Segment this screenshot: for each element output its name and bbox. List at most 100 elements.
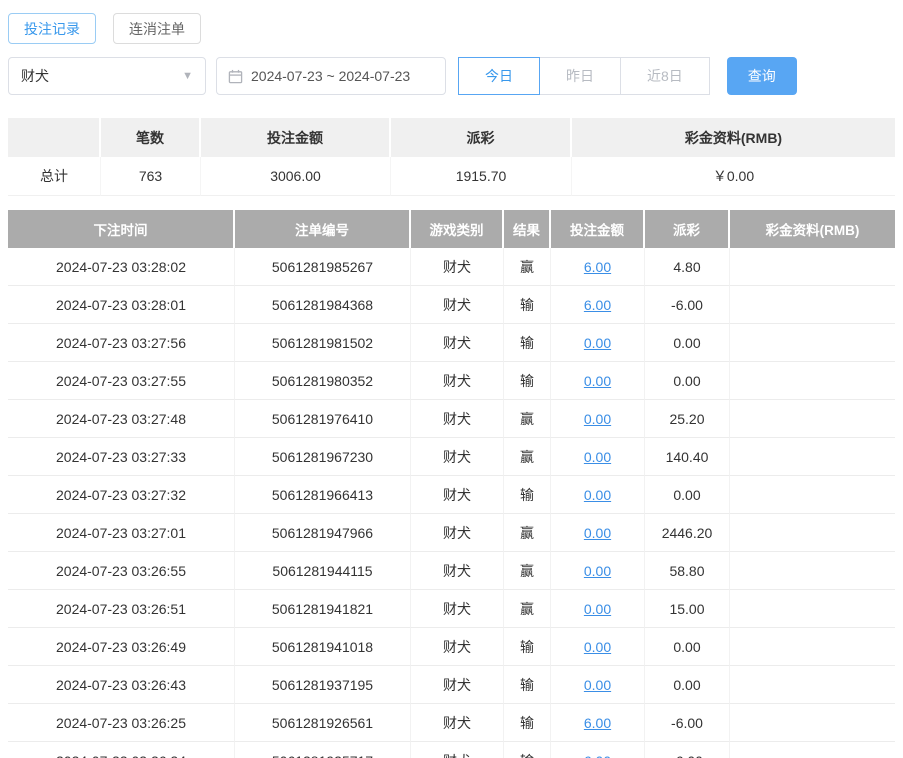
header-bet-amount: 投注金额 — [551, 210, 645, 248]
summary-header-empty — [8, 118, 101, 157]
quick-button-yesterday[interactable]: 昨日 — [539, 57, 621, 95]
bet-time-cell: 2024-07-23 03:28:01 — [8, 286, 235, 324]
bet-time-cell: 2024-07-23 03:27:56 — [8, 324, 235, 362]
bet-time-cell: 2024-07-23 03:26:51 — [8, 590, 235, 628]
result-cell: 输 — [504, 362, 551, 400]
result-cell: 赢 — [504, 400, 551, 438]
game-type-cell: 财犬 — [411, 666, 504, 704]
order-id-cell: 5061281976410 — [235, 400, 411, 438]
bet-amount-link[interactable]: 0.00 — [584, 525, 611, 541]
bonus-cell — [730, 666, 895, 704]
game-select-value: 财犬 — [21, 68, 49, 84]
result-cell: 赢 — [504, 438, 551, 476]
bet-amount-link[interactable]: 0.00 — [584, 449, 611, 465]
bet-time-cell: 2024-07-23 03:27:55 — [8, 362, 235, 400]
result-cell: 输 — [504, 666, 551, 704]
bonus-cell — [730, 476, 895, 514]
result-cell: 输 — [504, 704, 551, 742]
chevron-down-icon: ▼ — [182, 70, 193, 82]
bet-amount-link[interactable]: 0.00 — [584, 601, 611, 617]
bonus-cell — [730, 286, 895, 324]
bet-amount-cell: 6.00 — [551, 286, 645, 324]
bet-amount-link[interactable]: 0.00 — [584, 487, 611, 503]
header-payout: 派彩 — [645, 210, 730, 248]
bet-time-cell: 2024-07-23 03:27:01 — [8, 514, 235, 552]
bet-amount-cell: 0.00 — [551, 324, 645, 362]
payout-cell: 2446.20 — [645, 514, 730, 552]
bet-time-cell: 2024-07-23 03:26:25 — [8, 704, 235, 742]
payout-cell: -6.00 — [645, 704, 730, 742]
bet-amount-cell: 0.00 — [551, 400, 645, 438]
table-row: 2024-07-23 03:27:56 5061281981502 财犬 输 0… — [8, 324, 895, 362]
table-row: 2024-07-23 03:26:25 5061281926561 财犬 输 6… — [8, 704, 895, 742]
result-cell: 赢 — [504, 552, 551, 590]
bonus-cell — [730, 514, 895, 552]
header-result: 结果 — [504, 210, 551, 248]
bet-amount-link[interactable]: 6.00 — [584, 259, 611, 275]
bonus-cell — [730, 438, 895, 476]
bet-amount-cell: 6.00 — [551, 742, 645, 758]
bet-time-cell: 2024-07-23 03:28:02 — [8, 248, 235, 286]
bet-amount-link[interactable]: 0.00 — [584, 335, 611, 351]
quick-button-today[interactable]: 今日 — [458, 57, 540, 95]
order-id-cell: 5061281937195 — [235, 666, 411, 704]
summary-bonus-value: ￥0.00 — [572, 157, 895, 196]
bonus-cell — [730, 628, 895, 666]
bet-time-cell: 2024-07-23 03:27:32 — [8, 476, 235, 514]
search-button[interactable]: 查询 — [726, 57, 797, 95]
table-row: 2024-07-23 03:26:43 5061281937195 财犬 输 0… — [8, 666, 895, 704]
quick-button-last-8-days[interactable]: 近8日 — [620, 57, 710, 95]
summary-total-label: 总计 — [8, 157, 101, 196]
summary-header-payout: 派彩 — [391, 118, 572, 157]
summary-header-count: 笔数 — [101, 118, 201, 157]
game-type-cell: 财犬 — [411, 438, 504, 476]
result-cell: 赢 — [504, 590, 551, 628]
tab-bet-records[interactable]: 投注记录 — [8, 13, 96, 44]
table-row: 2024-07-23 03:27:55 5061281980352 财犬 输 0… — [8, 362, 895, 400]
bet-amount-link[interactable]: 0.00 — [584, 411, 611, 427]
bet-table: 下注时间 注单编号 游戏类别 结果 投注金额 派彩 彩金资料(RMB) 2024… — [8, 210, 895, 758]
result-cell: 输 — [504, 286, 551, 324]
order-id-cell: 5061281981502 — [235, 324, 411, 362]
bonus-cell — [730, 704, 895, 742]
payout-cell: 15.00 — [645, 590, 730, 628]
result-cell: 输 — [504, 476, 551, 514]
game-type-cell: 财犬 — [411, 476, 504, 514]
bet-amount-link[interactable]: 6.00 — [584, 297, 611, 313]
result-cell: 赢 — [504, 514, 551, 552]
table-row: 2024-07-23 03:27:01 5061281947966 财犬 赢 0… — [8, 514, 895, 552]
table-row: 2024-07-23 03:28:01 5061281984368 财犬 输 6… — [8, 286, 895, 324]
bet-amount-link[interactable]: 0.00 — [584, 563, 611, 579]
order-id-cell: 5061281966413 — [235, 476, 411, 514]
bet-amount-cell: 6.00 — [551, 704, 645, 742]
tab-cancelled-orders[interactable]: 连消注单 — [113, 13, 201, 44]
game-type-cell: 财犬 — [411, 286, 504, 324]
summary-header-bonus: 彩金资料(RMB) — [572, 118, 895, 157]
bet-amount-link[interactable]: 6.00 — [584, 715, 611, 731]
bonus-cell — [730, 324, 895, 362]
bet-amount-link[interactable]: 0.00 — [584, 677, 611, 693]
game-type-cell: 财犬 — [411, 324, 504, 362]
order-id-cell: 5061281925717 — [235, 742, 411, 758]
result-cell: 输 — [504, 742, 551, 758]
bet-table-header-row: 下注时间 注单编号 游戏类别 结果 投注金额 派彩 彩金资料(RMB) — [8, 210, 895, 248]
bet-time-cell: 2024-07-23 03:26:43 — [8, 666, 235, 704]
bet-amount-link[interactable]: 6.00 — [584, 753, 611, 758]
payout-cell: 4.80 — [645, 248, 730, 286]
date-range-value: 2024-07-23 ~ 2024-07-23 — [251, 68, 411, 84]
date-range-input[interactable]: 2024-07-23 ~ 2024-07-23 — [216, 57, 446, 95]
table-row: 2024-07-23 03:26:24 5061281925717 财犬 输 6… — [8, 742, 895, 758]
game-type-cell: 财犬 — [411, 628, 504, 666]
game-type-cell: 财犬 — [411, 362, 504, 400]
bet-amount-link[interactable]: 0.00 — [584, 639, 611, 655]
game-select[interactable]: 财犬 ▼ — [8, 57, 206, 95]
bet-time-cell: 2024-07-23 03:26:55 — [8, 552, 235, 590]
bet-time-cell: 2024-07-23 03:27:48 — [8, 400, 235, 438]
bonus-cell — [730, 362, 895, 400]
summary-count-value: 763 — [101, 157, 201, 196]
table-row: 2024-07-23 03:27:48 5061281976410 财犬 赢 0… — [8, 400, 895, 438]
game-type-cell: 财犬 — [411, 514, 504, 552]
bet-amount-link[interactable]: 0.00 — [584, 373, 611, 389]
header-order-id: 注单编号 — [235, 210, 411, 248]
summary-header-row: 笔数 投注金额 派彩 彩金资料(RMB) — [8, 118, 895, 157]
